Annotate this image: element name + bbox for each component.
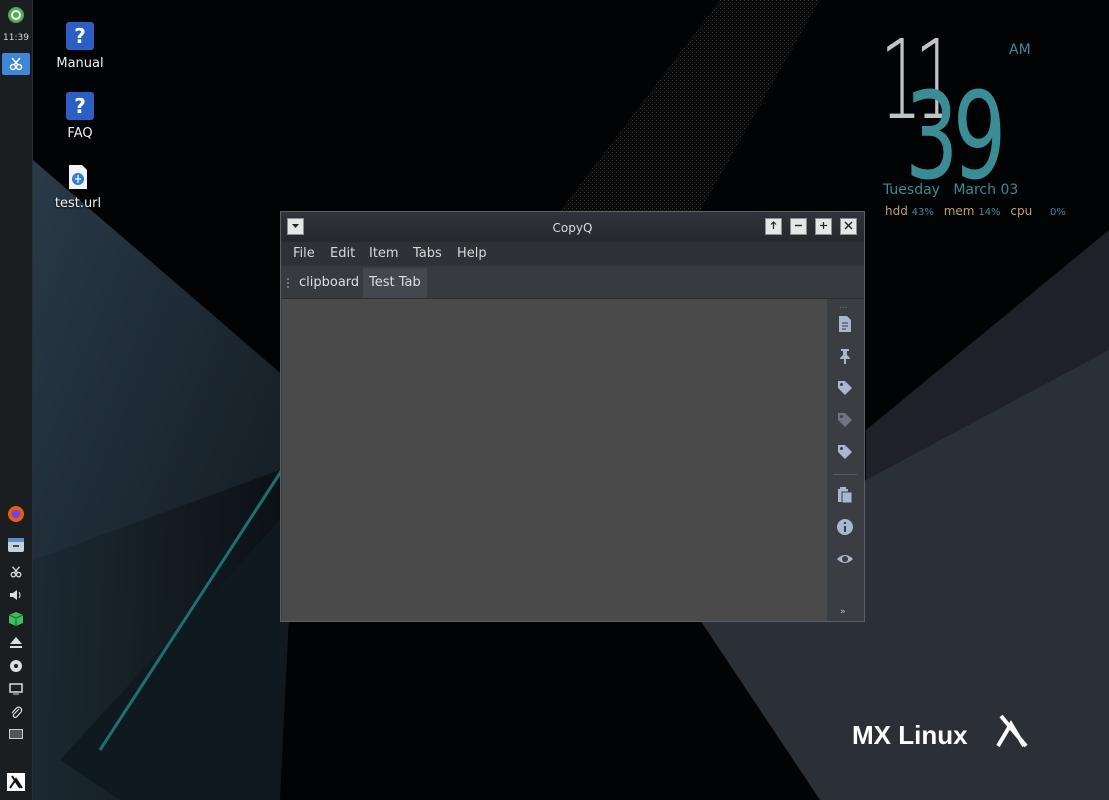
left-panel: 11:39	[0, 0, 33, 800]
menu-help[interactable]: Help	[457, 246, 487, 261]
item-toolbar: ... »	[827, 299, 863, 621]
desktop-icon-test-url[interactable]: test.url	[38, 164, 118, 211]
file-manager-icon[interactable]	[2, 534, 30, 556]
tag-disabled-button[interactable]	[836, 411, 854, 429]
display-icon[interactable]	[2, 678, 30, 700]
document-icon	[839, 316, 851, 332]
tab-clipboard[interactable]: clipboard	[293, 268, 365, 298]
window-titlebar[interactable]: CopyQ	[281, 212, 864, 242]
help-icon: ?	[66, 22, 94, 50]
minimize-icon	[795, 224, 802, 227]
item-list[interactable]	[282, 299, 827, 621]
menu-file[interactable]: File	[293, 246, 315, 261]
toolbar-grip-icon	[287, 278, 291, 288]
toolbar-separator	[833, 474, 857, 475]
toolbar-handle-icon: ...	[839, 301, 848, 311]
conky-day: Tuesday	[883, 182, 940, 198]
desktop-icon-faq[interactable]: ? FAQ	[40, 92, 120, 141]
updater-icon[interactable]	[2, 4, 30, 26]
pin-button[interactable]	[836, 347, 854, 365]
mx-linux-logo: MX Linux	[852, 712, 1032, 752]
close-button[interactable]	[840, 218, 857, 235]
toolbar-more-icon[interactable]: »	[840, 607, 846, 617]
conky-date: Tuesday March 03	[883, 182, 1018, 198]
paperclip-icon[interactable]	[2, 701, 30, 723]
pin-icon	[840, 349, 850, 364]
tag-icon	[838, 445, 852, 459]
mx-menu-icon[interactable]	[2, 771, 30, 793]
desktop-icon-manual[interactable]: ? Manual	[40, 22, 120, 71]
preview-button[interactable]	[836, 550, 854, 568]
menu-tabs[interactable]: Tabs	[413, 246, 442, 261]
firefox-icon[interactable]	[2, 503, 30, 525]
tab-bar: clipboard Test Tab	[281, 266, 864, 299]
desktop-icon-label: FAQ	[67, 126, 93, 141]
desktop-icon-label: test.url	[54, 196, 102, 211]
menu-edit[interactable]: Edit	[330, 246, 355, 261]
scissors-icon[interactable]	[2, 53, 30, 75]
cpu-value: 0%	[1050, 207, 1066, 218]
close-icon	[844, 221, 853, 230]
conky-ampm: AM	[1009, 42, 1031, 58]
info-icon	[837, 519, 853, 535]
conky-widget: 11 39 AM Tuesday March 03 hdd 43% mem 14…	[875, 16, 1075, 230]
mem-value: 14%	[978, 207, 1001, 218]
panel-clock[interactable]: 11:39	[0, 33, 32, 43]
brand-text: MX Linux	[852, 720, 968, 750]
remove-tag-button[interactable]	[836, 443, 854, 461]
volume-icon[interactable]	[2, 584, 30, 606]
eye-icon	[837, 555, 853, 563]
minimize-button[interactable]	[790, 218, 807, 235]
package-icon[interactable]	[2, 608, 30, 630]
new-item-button[interactable]	[836, 315, 854, 333]
paste-button[interactable]	[836, 486, 854, 504]
tag-icon	[838, 381, 852, 395]
maximize-button[interactable]	[815, 218, 832, 235]
tag-button[interactable]	[836, 379, 854, 397]
conky-system-stats: hdd 43% mem 14% cpu 0%	[885, 204, 1072, 218]
maximize-icon	[820, 222, 827, 229]
always-on-top-button[interactable]	[765, 218, 782, 235]
eject-icon[interactable]	[2, 631, 30, 653]
arrow-up-icon	[770, 221, 777, 229]
tag-icon	[838, 413, 852, 427]
url-file-icon	[67, 164, 89, 190]
clipboard-icon	[838, 487, 853, 504]
workspace-icon[interactable]	[2, 723, 30, 745]
mem-label: mem	[943, 204, 975, 218]
conky-month-day: March 03	[953, 182, 1019, 198]
tab-test-tab[interactable]: Test Tab	[363, 268, 427, 298]
info-button[interactable]	[836, 518, 854, 536]
menu-item[interactable]: Item	[369, 246, 399, 261]
cpu-label: cpu	[1010, 204, 1033, 218]
copyq-window: CopyQ File Edit Item Tabs Help clipboard…	[280, 211, 865, 622]
desktop-icon-label: Manual	[56, 56, 104, 71]
hdd-label: hdd	[885, 204, 908, 218]
network-icon[interactable]	[2, 655, 30, 677]
menu-bar: File Edit Item Tabs Help	[281, 242, 864, 266]
hdd-value: 43%	[911, 207, 934, 218]
help-icon: ?	[66, 92, 94, 120]
clipboard-scissors-icon[interactable]	[2, 561, 30, 583]
